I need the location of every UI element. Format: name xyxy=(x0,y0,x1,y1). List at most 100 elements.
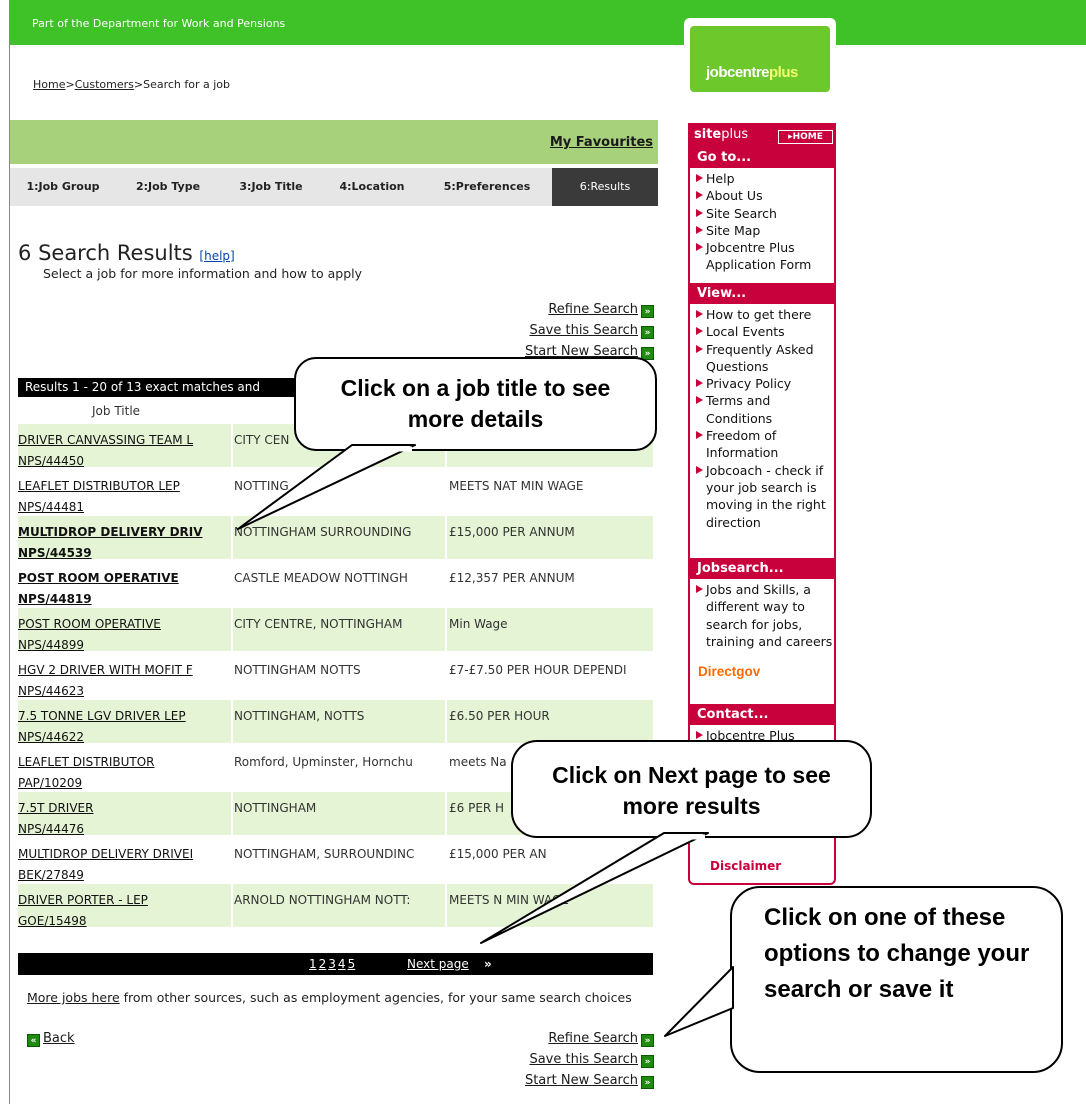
more-jobs-text: from other sources, such as employment a… xyxy=(119,990,632,1005)
job-ref-link[interactable]: NPS/44622 xyxy=(18,727,230,748)
sidebar-link[interactable]: Terms and Conditions xyxy=(692,392,834,427)
job-title-link[interactable]: 7.5T DRIVER xyxy=(18,798,230,819)
tab-job-group[interactable]: 1:Job Group xyxy=(10,168,116,206)
page-numbers: 12345 xyxy=(309,953,357,975)
disclaimer-link[interactable]: Disclaimer xyxy=(710,859,781,873)
more-jobs-link[interactable]: More jobs here xyxy=(27,990,120,1005)
sidebar-link[interactable]: Frequently Asked Questions xyxy=(692,341,834,376)
save-search-link-bottom[interactable]: Save this Search xyxy=(529,1052,638,1067)
job-title-link[interactable]: MULTIDROP DELIVERY DRIVEI xyxy=(18,844,230,865)
directgov-logo[interactable]: Directgov xyxy=(698,664,760,679)
sidebar-link[interactable]: About Us xyxy=(692,187,834,204)
sidebar-link[interactable]: Freedom of Information xyxy=(692,427,834,462)
page-number-link[interactable]: 5 xyxy=(348,957,356,971)
tab-preferences[interactable]: 5:Preferences xyxy=(422,168,552,206)
job-ref-link[interactable]: PAP/10209 xyxy=(18,773,230,794)
job-ref-link[interactable]: NPS/44819 xyxy=(18,589,230,610)
breadcrumb-home[interactable]: Home xyxy=(33,78,65,91)
search-steps: 1:Job Group 2:Job Type 3:Job Title 4:Loc… xyxy=(10,168,658,206)
tab-location[interactable]: 4:Location xyxy=(322,168,422,206)
sidebar-link[interactable]: Help xyxy=(692,170,834,187)
sidebar-link[interactable]: Jobs and Skills, a different way to sear… xyxy=(692,581,834,650)
page-number-link[interactable]: 2 xyxy=(319,957,327,971)
sidebar-link[interactable]: Local Events xyxy=(692,323,834,340)
column-divider xyxy=(231,746,233,789)
job-title-link[interactable]: LEAFLET DISTRIBUTOR xyxy=(18,752,230,773)
job-title-link[interactable]: 7.5 TONNE LGV DRIVER LEP xyxy=(18,706,230,727)
job-location: CASTLE MEADOW NOTTINGH xyxy=(234,571,408,585)
job-title-link[interactable]: DRIVER PORTER - LEP xyxy=(18,890,230,911)
help-link[interactable]: [help] xyxy=(199,249,234,263)
save-search-link[interactable]: Save this Search xyxy=(529,323,638,338)
column-divider xyxy=(231,516,233,559)
job-pay: £7-£7.50 PER HOUR DEPENDI xyxy=(449,663,627,677)
refine-search-link-bottom[interactable]: Refine Search xyxy=(548,1031,638,1046)
double-arrow-right-icon[interactable]: » xyxy=(641,1034,654,1047)
job-cell: LEAFLET DISTRIBUTOR PAP/10209 xyxy=(18,752,230,794)
column-divider xyxy=(445,746,447,789)
page-number-link[interactable]: 1 xyxy=(309,957,317,971)
home-button[interactable]: ▸HOME xyxy=(778,130,833,144)
job-title-link[interactable]: POST ROOM OPERATIVE xyxy=(18,568,230,589)
job-ref-link[interactable]: GOE/15498 xyxy=(18,911,230,932)
column-divider xyxy=(445,792,447,835)
job-ref-link[interactable]: NPS/44539 xyxy=(18,543,230,564)
breadcrumb-customers[interactable]: Customers xyxy=(75,78,134,91)
table-row: POST ROOM OPERATIVE NPS/44819 CASTLE MEADO… xyxy=(18,562,653,608)
double-arrow-left-icon[interactable]: « xyxy=(27,1034,40,1047)
tab-job-title[interactable]: 3:Job Title xyxy=(220,168,322,206)
page-number-link[interactable]: 3 xyxy=(328,957,336,971)
job-title-link[interactable]: MULTIDROP DELIVERY DRIV xyxy=(18,522,230,543)
column-divider xyxy=(231,424,233,467)
double-arrow-right-icon[interactable]: » xyxy=(641,1055,654,1068)
job-location: ARNOLD NOTTINGHAM NOTT: xyxy=(234,893,411,907)
table-row: HGV 2 DRIVER WITH MOFIT F NPS/44623 NOTTIN… xyxy=(18,654,653,700)
double-arrow-right-icon[interactable]: » xyxy=(641,1076,654,1089)
double-arrow-right-icon[interactable]: » xyxy=(641,326,654,339)
goto-list: Help About Us Site Search Site Map Jobcentre… xyxy=(690,168,834,274)
tab-results[interactable]: 6:Results xyxy=(552,168,658,206)
sidebar-link[interactable]: Site Map xyxy=(692,222,834,239)
job-pay: £15,000 PER AN xyxy=(449,847,547,861)
tab-job-type[interactable]: 2:Job Type xyxy=(116,168,220,206)
jobsearch-list: Jobs and Skills, a different way to sear… xyxy=(690,579,834,650)
job-ref-link[interactable]: NPS/44476 xyxy=(18,819,230,840)
sidebar-link[interactable]: Jobcentre Plus Application Form xyxy=(692,239,834,274)
start-new-search-link-bottom[interactable]: Start New Search xyxy=(525,1073,638,1088)
pagination-bar: 12345 Next page » xyxy=(18,953,653,975)
double-arrow-right-icon[interactable]: » xyxy=(641,305,654,318)
sidebar-link[interactable]: Site Search xyxy=(692,205,834,222)
job-title-link[interactable]: DRIVER CANVASSING TEAM L xyxy=(18,430,230,451)
job-ref-link[interactable]: NPS/44450 xyxy=(18,451,230,472)
job-title-link[interactable]: LEAFLET DISTRIBUTOR LEP xyxy=(18,476,230,497)
jobcentreplus-logo[interactable]: jobcentreplus xyxy=(690,26,830,92)
job-ref-link[interactable]: BEK/27849 xyxy=(18,865,230,886)
job-ref-link[interactable]: NPS/44623 xyxy=(18,681,230,702)
job-ref-link[interactable]: NPS/44899 xyxy=(18,635,230,656)
my-favourites-link[interactable]: My Favourites xyxy=(550,135,653,150)
siteplus-header: siteplus ▸HOME xyxy=(690,125,834,147)
job-cell: HGV 2 DRIVER WITH MOFIT F NPS/44623 xyxy=(18,660,230,702)
job-ref-link[interactable]: NPS/44481 xyxy=(18,497,230,518)
back-link[interactable]: Back xyxy=(43,1031,75,1046)
next-page-link[interactable]: Next page xyxy=(407,953,469,975)
column-divider xyxy=(231,654,233,697)
more-jobs-note: More jobs here from other sources, such … xyxy=(27,987,647,1008)
sidebar-link[interactable]: Privacy Policy xyxy=(692,375,834,392)
job-title-link[interactable]: HGV 2 DRIVER WITH MOFIT F xyxy=(18,660,230,681)
view-heading: View... xyxy=(690,283,834,304)
sidebar-link[interactable]: How to get there xyxy=(692,306,834,323)
job-title-link[interactable]: POST ROOM OPERATIVE xyxy=(18,614,230,635)
callout-next-page: Click on Next page to see more results xyxy=(511,740,872,838)
column-header-job-title: Job Title xyxy=(92,404,141,418)
callout-options-text: Click on one of these options to change … xyxy=(764,904,1030,1003)
top-banner: Part of the Department for Work and Pens… xyxy=(10,0,1086,45)
page-number-link[interactable]: 4 xyxy=(338,957,346,971)
logo-text-jobcentre: jobcentre xyxy=(706,64,770,81)
jobsearch-section: Jobsearch... Jobs and Skills, a differen… xyxy=(690,558,834,679)
refine-search-link[interactable]: Refine Search xyxy=(548,302,638,317)
contact-heading: Contact... xyxy=(690,704,834,725)
next-chevron-icon[interactable]: » xyxy=(484,953,492,975)
logo-text-plus: plus xyxy=(769,64,798,81)
sidebar-link[interactable]: Jobcoach - check if your job search is m… xyxy=(692,462,834,531)
